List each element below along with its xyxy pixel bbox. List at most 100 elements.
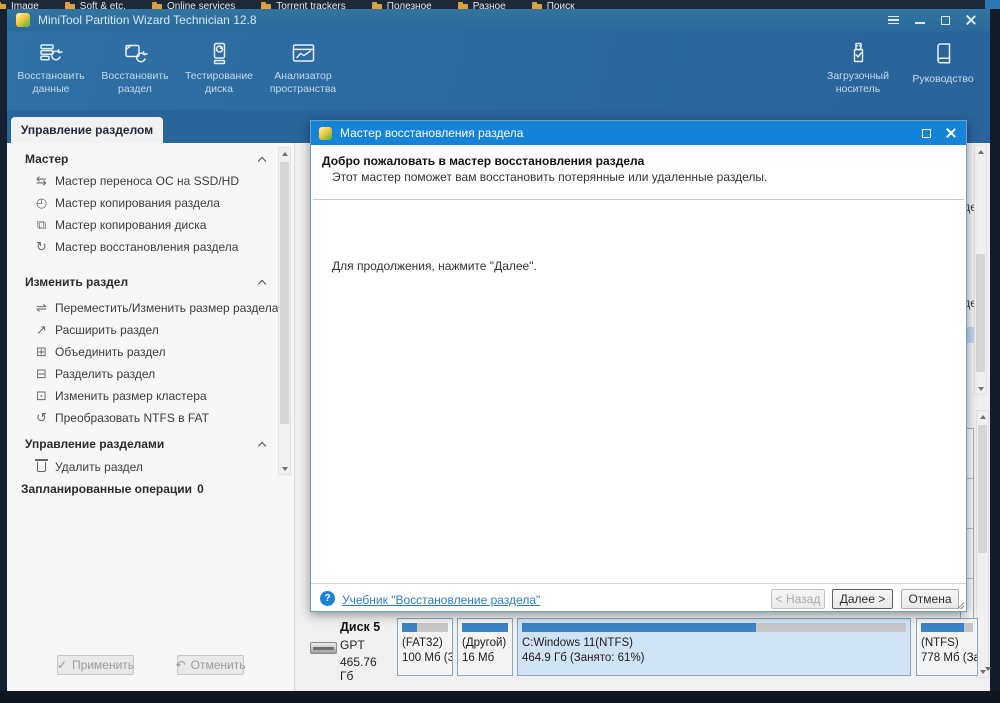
toolbar-label: пространства bbox=[269, 83, 337, 95]
partition-recovery-icon: ↻ bbox=[36, 239, 47, 255]
copy-partition-icon: ◴ bbox=[35, 195, 48, 211]
sidebar-section-modify-partition[interactable]: Изменить раздел bbox=[25, 272, 273, 292]
toolbar-space-analyzer[interactable]: Анализатор пространства bbox=[261, 40, 345, 96]
sidebar-item-label: Изменить размер кластера bbox=[55, 389, 207, 403]
dialog-title: Мастер восстановления раздела bbox=[340, 126, 524, 140]
toolbar-guide[interactable]: Руководство bbox=[902, 40, 984, 96]
sidebar-item-move-resize[interactable]: ⇌ Переместить/Изменить размер раздела bbox=[33, 297, 278, 319]
sidebar-item-cluster-size[interactable]: ⊡ Изменить размер кластера bbox=[33, 385, 273, 407]
cancel-button[interactable]: Отмена bbox=[901, 589, 959, 609]
bookmark-item[interactable]: Разное bbox=[457, 1, 506, 9]
disk-list-scrollbar[interactable] bbox=[974, 145, 987, 395]
sidebar-item-merge[interactable]: ⊞ Объединить раздел bbox=[33, 341, 273, 363]
toolbar-disk-test[interactable]: Тестирование диска bbox=[177, 40, 261, 96]
sidebar-item-migrate-os[interactable]: ⇆ Мастер переноса ОС на SSD/HD bbox=[33, 170, 273, 192]
usage-bar bbox=[921, 623, 973, 632]
scroll-up-icon[interactable] bbox=[977, 411, 988, 422]
undo-button[interactable]: ↶ Отменить bbox=[176, 655, 245, 675]
resize-grip[interactable] bbox=[956, 601, 964, 609]
section-title: Мастер bbox=[25, 152, 69, 166]
partition-recovery-wizard-dialog: Мастер восстановления раздела Добро пожа… bbox=[310, 120, 967, 612]
bookmark-item[interactable]: Soft & etc. bbox=[64, 1, 126, 9]
bookmark-item[interactable]: Torrent trackers bbox=[261, 1, 346, 9]
partition-c-windows[interactable]: C:Windows 11(NTFS) 464.9 Гб (Занято: 61%… bbox=[517, 618, 911, 676]
scroll-down-icon[interactable] bbox=[981, 662, 994, 675]
guide-icon bbox=[936, 43, 950, 64]
screen: Image Soft & etc. Online services Torren… bbox=[0, 0, 1000, 703]
minimize-icon[interactable] bbox=[915, 22, 925, 24]
migrate-os-icon: ⇆ bbox=[36, 173, 47, 189]
disk-map-bar: Диск 5 GPT 465.76 Гб (FAT32) 100 Мб (За … bbox=[300, 618, 991, 683]
dialog-subtext: Этот мастер поможет вам восстановить пот… bbox=[332, 170, 768, 184]
sidebar-item-copy-disk[interactable]: ⧉ Мастер копирования диска bbox=[33, 214, 273, 236]
partition-ntfs[interactable]: (NTFS) 778 Мб (За bbox=[916, 618, 978, 676]
toolbar-label: Восстановить bbox=[101, 70, 169, 82]
apply-button[interactable]: ✓ Применить bbox=[57, 655, 134, 675]
usage-bar bbox=[522, 623, 906, 632]
toolbar-bootable-media[interactable]: Загрузочный носитель bbox=[818, 40, 898, 96]
partition-label: (FAT32) bbox=[402, 637, 443, 649]
maximize-icon[interactable] bbox=[941, 15, 950, 25]
sidebar-scrollbar[interactable] bbox=[278, 147, 291, 475]
toolbar-partition-recovery[interactable]: Восстановить раздел bbox=[93, 40, 177, 96]
bookmark-item[interactable]: Полезное bbox=[371, 1, 432, 9]
app-titlebar: MiniTool Partition Wizard Technician 12.… bbox=[7, 9, 990, 31]
desktop-edge-right bbox=[990, 9, 1000, 703]
check-icon: ✓ bbox=[56, 658, 68, 672]
space-analyzer-icon bbox=[292, 44, 314, 62]
back-button[interactable]: < Назад bbox=[771, 589, 825, 609]
scrollbar-thumb[interactable] bbox=[976, 254, 985, 372]
toolbar-data-recovery[interactable]: Восстановить данные bbox=[9, 40, 93, 96]
bookmark-item[interactable]: Image bbox=[0, 1, 39, 9]
tab-partition-management[interactable]: Управление разделом bbox=[11, 117, 163, 143]
sidebar-item-label: Переместить/Изменить размер раздела bbox=[55, 301, 279, 315]
partition-fat32[interactable]: (FAT32) 100 Мб (За bbox=[397, 618, 453, 676]
sidebar-item-convert-ntfs-fat[interactable]: ↺ Преобразовать NTFS в FAT bbox=[33, 407, 273, 429]
partition-label: (Другой) bbox=[462, 637, 507, 649]
dialog-close-icon[interactable] bbox=[946, 128, 956, 138]
sidebar-item-split[interactable]: ⊟ Разделить раздел bbox=[33, 363, 273, 385]
chevron-up-icon[interactable] bbox=[257, 441, 267, 450]
bookmark-label: Разное bbox=[472, 1, 506, 9]
close-icon[interactable] bbox=[966, 15, 976, 25]
chevron-up-icon[interactable] bbox=[257, 279, 267, 288]
sidebar-section-manage-partitions[interactable]: Управление разделами bbox=[25, 434, 273, 454]
next-button[interactable]: Далее > bbox=[832, 589, 893, 609]
sidebar-item-copy-partition[interactable]: ◴ Мастер копирования раздела bbox=[33, 192, 273, 214]
bookmark-item[interactable]: Online services bbox=[151, 1, 235, 9]
usage-bar bbox=[462, 623, 508, 632]
sidebar-item-partition-recovery[interactable]: ↻ Мастер восстановления раздела bbox=[33, 236, 273, 258]
scrollbar-thumb[interactable] bbox=[978, 425, 987, 553]
cluster-size-icon: ⊡ bbox=[36, 388, 47, 404]
sidebar-item-delete-partition[interactable]: Удалить раздел bbox=[33, 456, 273, 478]
bookmark-label: Soft & etc. bbox=[79, 1, 126, 9]
browser-corner-tile bbox=[985, 0, 1000, 9]
dialog-heading: Добро пожаловать в мастер восстановления… bbox=[322, 154, 645, 168]
scrollbar-thumb[interactable] bbox=[280, 162, 289, 424]
sidebar-section-wizard[interactable]: Мастер bbox=[25, 149, 273, 169]
bookmark-item[interactable]: Поиск bbox=[531, 1, 574, 9]
scroll-up-icon[interactable] bbox=[279, 148, 290, 159]
dialog-titlebar: Мастер восстановления раздела bbox=[311, 121, 966, 145]
browser-bookmarks-bar: Image Soft & etc. Online services Torren… bbox=[0, 0, 1000, 9]
sidebar-item-label: Мастер восстановления раздела bbox=[55, 240, 239, 254]
bootable-media-icon bbox=[853, 42, 863, 63]
sidebar-item-label: Объединить раздел bbox=[55, 345, 166, 359]
scroll-down-icon[interactable] bbox=[279, 463, 290, 474]
disk-info[interactable]: Диск 5 GPT 465.76 Гб bbox=[300, 618, 392, 683]
scroll-down-icon[interactable] bbox=[975, 383, 986, 394]
toolbar-label: носитель bbox=[835, 83, 881, 95]
scroll-up-icon[interactable] bbox=[975, 146, 986, 157]
tutorial-link[interactable]: Учебник "Восстановление раздела" bbox=[342, 593, 540, 607]
partition-other[interactable]: (Другой) 16 Мб bbox=[457, 618, 513, 676]
toolbar-label: Тестирование bbox=[184, 70, 254, 82]
dialog-maximize-icon[interactable] bbox=[922, 128, 931, 138]
toolbar-label: Восстановить bbox=[17, 70, 85, 82]
data-recovery-icon bbox=[39, 44, 63, 61]
chevron-up-icon[interactable] bbox=[257, 156, 267, 165]
menu-icon[interactable] bbox=[888, 16, 899, 24]
sidebar-item-extend[interactable]: ↗ Расширить раздел bbox=[33, 319, 273, 341]
disk-name: Диск 5 bbox=[340, 620, 381, 634]
sidebar-item-label: Мастер копирования раздела bbox=[55, 196, 220, 210]
help-icon[interactable]: ? bbox=[320, 591, 335, 606]
